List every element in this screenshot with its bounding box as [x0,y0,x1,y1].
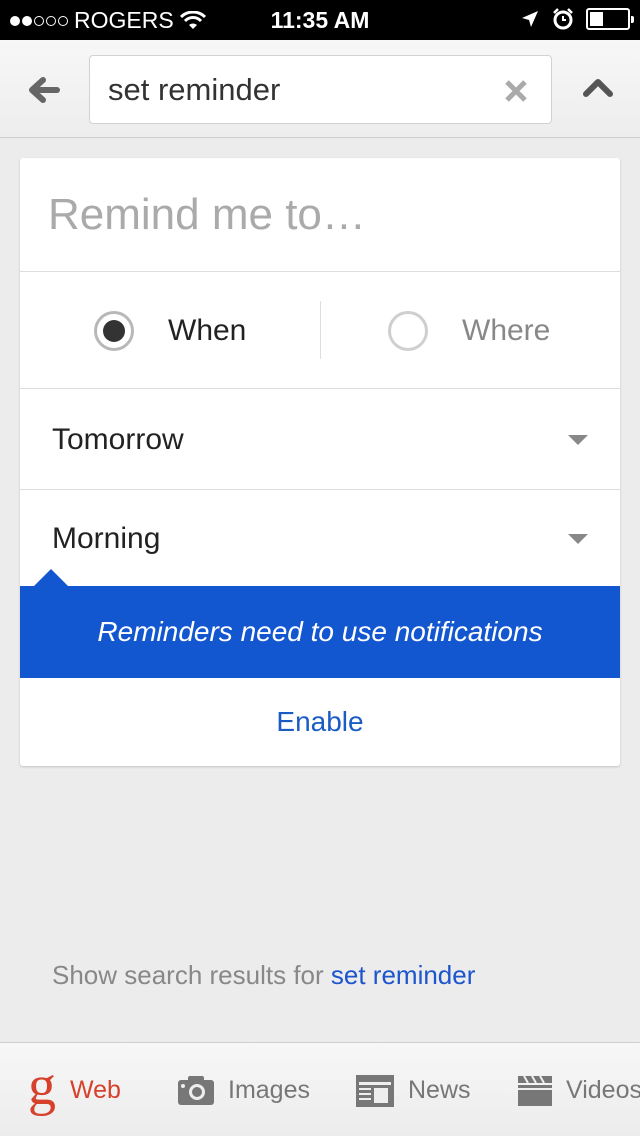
close-icon [505,80,527,102]
collapse-button[interactable] [580,75,616,103]
notification-notice: Reminders need to use notifications [20,569,620,678]
time-dropdown-value: Morning [52,521,161,555]
google-g-icon: g [28,1055,56,1117]
clapperboard-icon [518,1075,552,1106]
battery-icon [586,8,634,30]
location-icon [522,11,538,27]
tab-videos-label: Videos [566,1075,640,1104]
back-button[interactable] [22,70,66,110]
enable-notifications-button[interactable]: Enable [20,678,620,766]
reminder-title-input[interactable] [48,182,588,248]
radio-when-label: When [168,314,247,347]
arrow-left-icon [29,77,60,103]
chevron-up-icon [583,79,613,97]
camera-icon [178,1076,214,1105]
tab-web[interactable]: g Web [28,1043,121,1136]
status-bar: ROGERS 11:35 AM [0,0,640,40]
search-box [89,55,552,124]
search-results-link[interactable]: set reminder [331,960,476,990]
tab-news-label: News [408,1075,471,1104]
newspaper-icon [356,1075,394,1107]
reminder-title-field [20,158,620,272]
trigger-type-selector: When Where [20,273,620,389]
notice-text: Reminders need to use notifications [97,616,543,647]
tab-videos[interactable]: Videos [518,1043,640,1136]
alarm-icon [553,8,573,30]
date-dropdown[interactable]: Tomorrow [20,390,620,490]
reminder-card: When Where Tomorrow Morning Reminders ne… [20,158,620,766]
date-dropdown-value: Tomorrow [52,422,184,456]
radio-where-label: Where [462,314,551,347]
tab-news[interactable]: News [356,1043,471,1136]
caret-down-icon [568,434,588,445]
show-results-prefix: Show search results for [52,960,331,990]
caret-down-icon [568,533,588,544]
divider [320,301,321,359]
time-dropdown[interactable]: Morning [20,491,620,586]
radio-where[interactable]: Where [388,273,550,389]
radio-checked-icon [94,311,134,351]
clear-search-button[interactable] [501,76,531,106]
radio-when[interactable]: When [94,273,246,389]
tab-web-label: Web [70,1075,121,1104]
tab-images[interactable]: Images [178,1043,310,1136]
search-type-tabs: g Web Images News Videos [0,1042,640,1136]
search-header [0,40,640,138]
show-search-results: Show search results for set reminder [52,960,475,991]
search-input[interactable] [108,56,488,123]
radio-unchecked-icon [388,311,428,351]
tab-images-label: Images [228,1075,310,1104]
